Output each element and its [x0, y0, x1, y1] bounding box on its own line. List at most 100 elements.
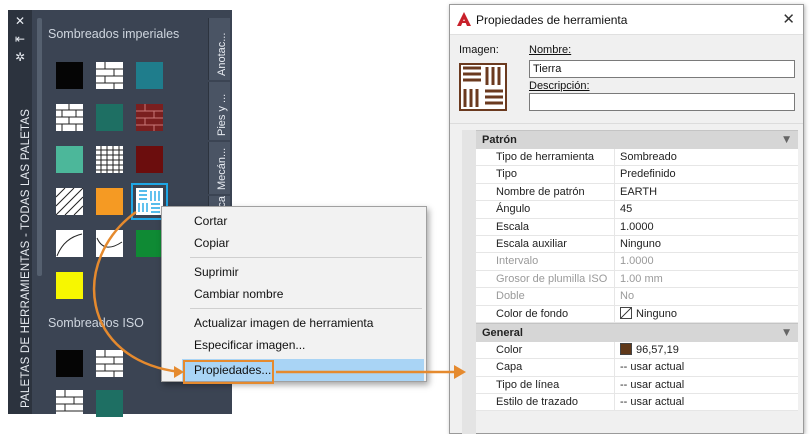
- property-value-text: Ninguno: [620, 237, 661, 250]
- property-row[interactable]: Grosor de plumilla ISO 1.00 mm: [476, 270, 798, 289]
- column-divider: [614, 270, 615, 288]
- image-label: Imagen:: [459, 44, 499, 56]
- property-value[interactable]: 1.00 mm: [620, 271, 663, 288]
- property-row[interactable]: Intervalo 1.0000: [476, 253, 798, 271]
- menu-item-delete[interactable]: Suprimir: [194, 265, 239, 279]
- property-row[interactable]: Color de fondo Ninguno: [476, 305, 798, 323]
- hatch-tile-orange[interactable]: [96, 188, 123, 215]
- property-key: Nombre de patrón: [496, 185, 585, 198]
- menu-separator: [190, 308, 422, 309]
- property-row[interactable]: Escala auxiliar Ninguno: [476, 235, 798, 254]
- property-key: Doble: [496, 290, 525, 303]
- description-field[interactable]: [529, 93, 795, 111]
- property-value-text: 1.00 mm: [620, 272, 663, 285]
- menu-item-cut[interactable]: Cortar: [194, 214, 227, 228]
- property-value-text: EARTH: [620, 185, 658, 198]
- section-header[interactable]: Patrón ▼: [476, 130, 798, 149]
- column-divider: [614, 149, 615, 166]
- property-value-text: -- usar actual: [620, 378, 685, 391]
- section-title: General: [482, 326, 523, 339]
- pin-icon[interactable]: ⇤: [12, 32, 28, 46]
- menu-item-update-image[interactable]: Actualizar imagen de herramienta: [194, 316, 373, 330]
- property-row[interactable]: Ángulo 45: [476, 201, 798, 219]
- property-value[interactable]: No: [620, 288, 634, 305]
- tab-annotation[interactable]: Anotac...: [208, 18, 230, 80]
- hatch-tile-green[interactable]: [136, 230, 163, 257]
- chevron-down-icon[interactable]: ▼: [783, 131, 790, 149]
- tab-label: Anotac...: [216, 32, 228, 76]
- property-value[interactable]: -- usar actual: [620, 377, 684, 394]
- column-divider: [614, 166, 615, 183]
- property-value-text: Ninguno: [636, 307, 677, 320]
- property-row[interactable]: Tipo Predefinido: [476, 166, 798, 184]
- hatch-tile-iso-brick[interactable]: [96, 350, 123, 377]
- hatch-tile-yellow[interactable]: [56, 272, 83, 299]
- hatch-tile-dark-teal[interactable]: [96, 104, 123, 131]
- menu-item-specify-image[interactable]: Especificar imagen...: [194, 338, 305, 352]
- property-row[interactable]: Tipo de herramienta Sombreado: [476, 149, 798, 167]
- property-grid-gutter: [462, 130, 476, 434]
- menu-item-rename[interactable]: Cambiar nombre: [194, 287, 283, 301]
- tab-mechanical[interactable]: Mecán...: [208, 142, 230, 194]
- property-row[interactable]: Capa -- usar actual: [476, 359, 798, 377]
- hatch-tile-earth-selected[interactable]: [131, 183, 168, 220]
- hatch-tile-curve[interactable]: [56, 230, 83, 257]
- property-value[interactable]: EARTH: [620, 184, 657, 201]
- palette-scrollbar[interactable]: [37, 18, 42, 276]
- property-row[interactable]: Escala 1.0000: [476, 218, 798, 236]
- property-value[interactable]: -- usar actual: [620, 394, 684, 411]
- dialog-titlebar[interactable]: Propiedades de herramienta ✕: [450, 5, 803, 35]
- property-value[interactable]: Sombreado: [620, 149, 677, 166]
- name-field[interactable]: Tierra: [529, 60, 795, 78]
- property-key: Color de fondo: [496, 307, 569, 320]
- property-key: Capa: [496, 361, 523, 374]
- hatch-tile-grid[interactable]: [96, 146, 123, 173]
- name-label: Nombre:: [529, 44, 572, 56]
- hatch-tile-teal[interactable]: [136, 62, 163, 89]
- property-key: Escala auxiliar: [496, 237, 567, 250]
- property-grid: Patrón ▼ Tipo de herramienta Sombreado Tipo P…: [476, 130, 798, 412]
- property-row[interactable]: Estilo de trazado -- usar actual: [476, 394, 798, 412]
- column-divider: [614, 341, 615, 359]
- property-value[interactable]: 1.0000: [620, 219, 654, 236]
- screenshot-composite: ✕ ⇤ ✲ PALETAS DE HERRAMIENTAS - TODAS LA…: [0, 0, 810, 434]
- hatch-preview-image[interactable]: [459, 63, 507, 111]
- property-row[interactable]: Color 96,57,19: [476, 341, 798, 360]
- property-value-text: Sombreado: [620, 151, 677, 163]
- property-key: Tipo de línea: [496, 378, 560, 391]
- hatch-tile-brick-white[interactable]: [96, 62, 123, 89]
- property-value[interactable]: 1.0000: [620, 253, 654, 270]
- hatch-tile-wave[interactable]: [96, 230, 123, 257]
- property-key: Estilo de trazado: [496, 396, 578, 409]
- hatch-tile-iso-brick-2[interactable]: [56, 390, 83, 417]
- property-value-text: -- usar actual: [620, 361, 685, 374]
- hatch-tile-iso-black[interactable]: [56, 350, 83, 377]
- property-value[interactable]: 96,57,19: [620, 342, 679, 359]
- property-value[interactable]: Predefinido: [620, 166, 676, 183]
- column-divider: [614, 218, 615, 235]
- hatch-tile-mint[interactable]: [56, 146, 83, 173]
- close-icon[interactable]: ✕: [782, 10, 795, 28]
- hatch-tile-iso-teal[interactable]: [96, 390, 123, 417]
- property-key: Grosor de plumilla ISO: [496, 272, 608, 285]
- chevron-down-icon[interactable]: ▼: [783, 324, 790, 342]
- property-row[interactable]: Tipo de línea -- usar actual: [476, 376, 798, 395]
- property-row[interactable]: Doble No: [476, 288, 798, 306]
- tab-label: Pies y ...: [216, 93, 228, 136]
- property-value[interactable]: -- usar actual: [620, 359, 684, 376]
- tab-feet-inches[interactable]: Pies y ...: [208, 82, 230, 140]
- hatch-tile-dark-red[interactable]: [136, 146, 163, 173]
- property-value[interactable]: 45: [620, 201, 632, 218]
- section-header[interactable]: General ▼: [476, 322, 798, 342]
- hatch-tile-brick-white-2[interactable]: [56, 104, 83, 131]
- hatch-tile-diagonal[interactable]: [56, 188, 83, 215]
- close-icon[interactable]: ✕: [12, 14, 28, 28]
- property-row[interactable]: Nombre de patrón EARTH: [476, 183, 798, 202]
- hatch-tile-solid-black[interactable]: [56, 62, 83, 89]
- property-value[interactable]: Ninguno: [620, 306, 677, 323]
- menu-item-copy[interactable]: Copiar: [194, 236, 229, 250]
- palette-title-strip[interactable]: ✕ ⇤ ✲ PALETAS DE HERRAMIENTAS - TODAS LA…: [8, 10, 32, 414]
- tab-label: Mecán...: [216, 147, 228, 190]
- hatch-tile-brick-red[interactable]: [136, 104, 163, 131]
- property-value[interactable]: Ninguno: [620, 236, 661, 253]
